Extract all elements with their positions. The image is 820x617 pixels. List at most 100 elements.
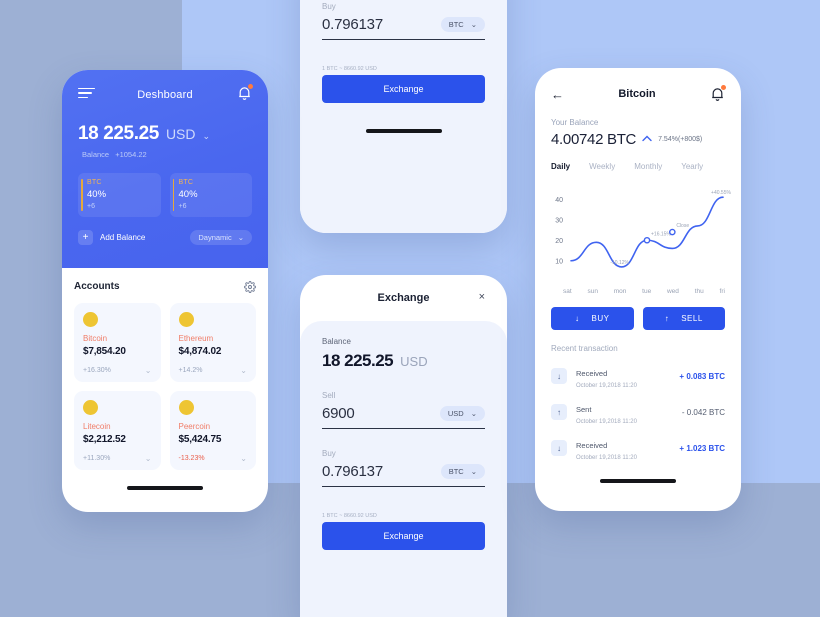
sell-currency-selector[interactable]: USD ⌄: [439, 406, 485, 421]
chevron-down-icon[interactable]: ⌄: [240, 454, 247, 463]
buy-input-row[interactable]: 0.796137 BTC ⌄: [322, 463, 485, 487]
buy-input-top[interactable]: 0.796137: [322, 16, 383, 33]
svg-text:10: 10: [555, 258, 563, 265]
close-icon[interactable]: ×: [479, 292, 485, 303]
account-card-litecoin[interactable]: Litecoin $2,212.52 +11.30% ⌄: [74, 391, 161, 470]
buy-input[interactable]: 0.796137: [322, 463, 383, 480]
your-balance-label: Your Balance: [551, 118, 599, 127]
arrow-down-icon: ↓: [575, 314, 580, 323]
exchange-balance-currency: USD: [400, 354, 428, 369]
account-footer: +11.30% ⌄: [83, 454, 152, 463]
svg-text:40: 40: [555, 197, 563, 204]
stat-coin-label: BTC: [87, 179, 102, 186]
trend-up-icon: [642, 134, 652, 145]
transaction-row[interactable]: ↑ Sent October 19,2018 11:20 - 0.042 BTC: [535, 399, 741, 425]
transaction-date: October 19,2018 11:20: [576, 419, 637, 425]
exchange-rate-note: 1 BTC ~ 8660.92 USD: [322, 513, 377, 519]
balance-subline: Balance +1054.22: [78, 150, 252, 159]
tab-monthly[interactable]: Monthly: [634, 162, 662, 171]
sell-input[interactable]: 6900: [322, 405, 355, 422]
svg-text:Close: Close: [676, 223, 689, 229]
chevron-down-icon[interactable]: ⌄: [203, 131, 211, 142]
coin-icon: [178, 312, 194, 327]
account-percent: +16.30%: [83, 367, 111, 374]
tab-weekly[interactable]: Weekly: [589, 162, 615, 171]
price-chart-svg: 10 20 30 40 -10.12% +16.15% Close +40.55%: [555, 190, 731, 268]
add-balance-button[interactable]: + Add Balance: [78, 230, 145, 245]
stat-sub: +6: [87, 203, 95, 210]
accounts-section: Accounts Bitcoin $7,854.20 +16.30% ⌄ Eth…: [62, 268, 268, 490]
bitcoin-header: ← Bitcoin: [535, 68, 741, 102]
account-percent: -13.23%: [178, 455, 205, 462]
chart-x-tick: fri: [719, 288, 725, 295]
stat-card[interactable]: BTC 40% +6: [78, 173, 161, 217]
chart-x-tick: tue: [642, 288, 652, 295]
svg-text:+40.55%: +40.55%: [711, 190, 731, 196]
arrow-up-icon: ↑: [664, 314, 670, 323]
total-balance-amount: 18 225.25: [78, 123, 159, 144]
account-card-bitcoin[interactable]: Bitcoin $7,854.20 +16.30% ⌄: [74, 303, 161, 382]
bitcoin-balance-section: Your Balance 4.00742 BTC 7.54%(+800$) Da…: [535, 118, 741, 171]
chart-x-tick: wed: [666, 288, 679, 295]
hamburger-menu-icon[interactable]: [78, 87, 98, 99]
page-title: Deshboard: [137, 89, 193, 101]
svg-text:20: 20: [555, 238, 563, 245]
dynamic-dropdown[interactable]: Daynamic ⌄: [190, 230, 252, 245]
buy-input-row-top[interactable]: 0.796137 BTC ⌄: [322, 16, 485, 40]
buy-button-label: BUY: [591, 314, 610, 323]
arrow-up-icon: ↑: [551, 404, 567, 420]
svg-text:+16.15%: +16.15%: [651, 231, 671, 237]
transaction-row[interactable]: ↓ Received October 19,2018 11:20 + 1.023…: [535, 435, 741, 461]
sell-button[interactable]: ↑ SELL: [642, 307, 725, 330]
transaction-amount: - 0.042 BTC: [681, 407, 725, 417]
chart-x-tick: mon: [613, 288, 627, 295]
total-balance-currency[interactable]: USD: [166, 126, 196, 142]
chart-x-axis: sat sun mon tue wed thu fri: [535, 288, 741, 295]
exchange-button[interactable]: Exchange: [322, 522, 485, 550]
exchange-button-top[interactable]: Exchange: [322, 75, 485, 103]
sell-input-row[interactable]: 6900 USD ⌄: [322, 405, 485, 429]
transaction-date: October 19,2018 11:20: [576, 455, 637, 461]
buy-label-top: Buy: [322, 2, 336, 11]
exchange-balance-amount: 18 225.25: [322, 351, 394, 370]
chevron-down-icon[interactable]: ⌄: [240, 366, 247, 375]
chevron-down-icon[interactable]: ⌄: [145, 454, 152, 463]
dashboard-header: Deshboard 18 225.25 USD ⌄ Balance +1054.…: [62, 70, 268, 268]
chevron-down-icon[interactable]: ⌄: [145, 366, 152, 375]
back-arrow-icon[interactable]: ←: [551, 88, 564, 101]
notification-bell-icon[interactable]: [710, 85, 726, 102]
exchange-titlebar: Exchange ×: [300, 275, 507, 321]
transaction-row[interactable]: ↓ Received October 19,2018 11:20 + 0.083…: [535, 363, 741, 389]
dynamic-dropdown-label: Daynamic: [198, 233, 232, 242]
bitcoin-title: Bitcoin: [618, 88, 656, 100]
notification-bell-icon[interactable]: [237, 84, 253, 101]
tab-daily[interactable]: Daily: [551, 162, 570, 171]
stat-card[interactable]: BTC 40% +6: [169, 173, 252, 217]
buy-currency-selector-top[interactable]: BTC ⌄: [440, 17, 485, 32]
notification-dot: [721, 85, 726, 90]
tab-yearly[interactable]: Yearly: [681, 162, 703, 171]
account-footer: +14.2% ⌄: [179, 366, 248, 375]
account-card-peercoin[interactable]: Peercoin $5,424.75 -13.23% ⌄: [169, 391, 256, 470]
account-percent: +14.2%: [178, 367, 203, 374]
stat-percent: 40%: [178, 189, 198, 200]
sell-currency-label: USD: [447, 409, 464, 418]
coin-icon: [178, 400, 194, 415]
transaction-type: Sent: [576, 405, 592, 414]
sell-field: Sell 6900 USD ⌄: [322, 391, 485, 429]
stat-percent: 40%: [87, 189, 107, 200]
account-card-ethereum[interactable]: Ethereum $4,874.02 +14.2% ⌄: [169, 303, 256, 382]
buy-currency-selector[interactable]: BTC ⌄: [440, 464, 485, 479]
account-value: $5,424.75: [178, 434, 222, 445]
chart-x-tick: sun: [587, 288, 598, 295]
dashboard-phone: Deshboard 18 225.25 USD ⌄ Balance +1054.…: [62, 70, 268, 512]
gear-icon[interactable]: [244, 280, 256, 293]
transaction-date: October 19,2018 11:20: [576, 383, 637, 389]
sell-button-label: SELL: [681, 314, 703, 323]
exchange-rate-note-top: 1 BTC ~ 8660.92 USD: [322, 66, 377, 72]
stat-sub: +6: [178, 203, 187, 210]
account-value: $4,874.02: [178, 346, 222, 357]
stat-cards: BTC 40% +6 BTC 40% +6: [78, 173, 252, 217]
buy-button[interactable]: ↓ BUY: [551, 307, 634, 330]
bitcoin-detail-phone: ← Bitcoin Your Balance 4.00742 BTC 7.54%…: [535, 68, 741, 511]
